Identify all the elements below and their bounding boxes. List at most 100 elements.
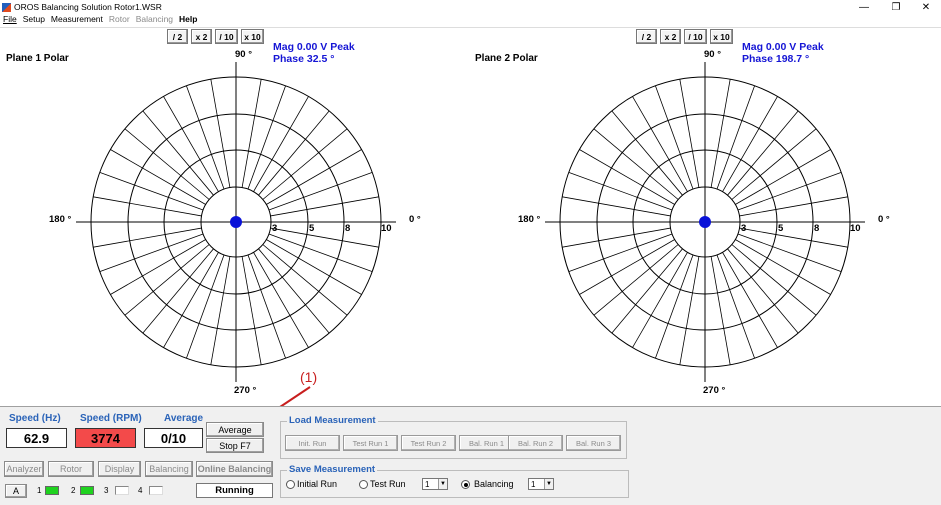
balancing-select-value: 1 xyxy=(531,479,536,489)
app-icon xyxy=(2,2,11,12)
polar-spoke xyxy=(568,233,673,272)
polar-grid xyxy=(545,62,865,382)
plane2-zoom-div10-button[interactable]: / 10 xyxy=(684,29,707,44)
stop-f7-button[interactable]: Stop F7 xyxy=(206,438,264,453)
tab-rotor[interactable]: Rotor xyxy=(48,461,94,477)
speed-rpm-label: Speed (RPM) xyxy=(80,413,142,424)
tab-online-balancing[interactable]: Online Balancing xyxy=(196,461,273,477)
balancing-select[interactable]: 1 ▼ xyxy=(528,478,554,490)
plane2-polar-plot[interactable] xyxy=(545,62,865,382)
tab-display[interactable]: Display xyxy=(98,461,141,477)
test-run-label: Test Run xyxy=(370,479,406,489)
speed-hz-label: Speed (Hz) xyxy=(9,413,61,424)
running-status: Running xyxy=(196,483,273,498)
polar-spoke xyxy=(716,85,755,190)
plane2-zoom-div2-button[interactable]: / 2 xyxy=(636,29,657,44)
close-button[interactable]: ✕ xyxy=(912,0,940,14)
init-run-button[interactable]: Init. Run xyxy=(285,435,340,451)
plane2-ring-10: 10 xyxy=(850,223,861,234)
control-panel: Speed (Hz) 62.9 Speed (RPM) 3774 Average… xyxy=(0,406,941,505)
menu-measurement[interactable]: Measurement xyxy=(51,14,103,26)
polar-spoke xyxy=(722,96,778,192)
channel-2-label: 2 xyxy=(71,486,76,495)
tab-analyzer[interactable]: Analyzer xyxy=(4,461,44,477)
polar-spoke xyxy=(737,172,842,211)
menu-setup[interactable]: Setup xyxy=(23,14,45,26)
polar-spoke xyxy=(163,252,219,348)
save-measurement-title: Save Measurement xyxy=(287,464,378,475)
polar-grid xyxy=(76,62,396,382)
plane2-ring-3: 3 xyxy=(741,223,747,234)
polar-spoke xyxy=(632,252,688,348)
menu-help[interactable]: Help xyxy=(179,14,197,26)
polar-spoke xyxy=(562,196,671,217)
restore-button[interactable]: ❐ xyxy=(882,0,910,14)
menu-balancing[interactable]: Balancing xyxy=(136,14,173,26)
minimize-button[interactable]: — xyxy=(850,0,878,14)
polar-spoke xyxy=(579,239,675,295)
polar-spoke xyxy=(716,254,755,359)
plane1-title: Plane 1 Polar xyxy=(6,53,69,64)
test-run-1-button[interactable]: Test Run 1 xyxy=(343,435,398,451)
initial-run-label: Initial Run xyxy=(297,479,338,489)
tab-balancing[interactable]: Balancing xyxy=(145,461,193,477)
polar-spoke xyxy=(110,239,206,295)
polar-spoke xyxy=(679,79,700,188)
plane2-deg-180: 180 ° xyxy=(518,214,541,225)
menu-file[interactable]: File xyxy=(3,14,17,26)
test-run-select[interactable]: 1 ▼ xyxy=(422,478,448,490)
speed-rpm-value: 3774 xyxy=(75,428,136,448)
channel-2-indicator xyxy=(80,486,94,495)
plane1-deg-0: 0 ° xyxy=(409,214,421,225)
polar-spoke xyxy=(247,85,286,190)
polar-spoke xyxy=(270,196,379,217)
polar-spoke xyxy=(163,96,219,192)
plane1-polar-plot[interactable] xyxy=(76,62,396,382)
average-label: Average xyxy=(164,413,204,424)
polar-spoke xyxy=(210,256,231,365)
bal-run-2-button[interactable]: Bal. Run 2 xyxy=(508,435,563,451)
polar-spoke xyxy=(655,85,694,190)
bal-run-3-button[interactable]: Bal. Run 3 xyxy=(566,435,621,451)
plane1-zoom-x10-button[interactable]: x 10 xyxy=(241,29,264,44)
measurement-point xyxy=(699,216,711,228)
polar-spoke xyxy=(99,172,204,211)
plane2-zoom-x10-button[interactable]: x 10 xyxy=(710,29,733,44)
channel-1-indicator xyxy=(45,486,59,495)
chevron-down-icon: ▼ xyxy=(544,479,553,489)
balancing-label: Balancing xyxy=(474,479,514,489)
average-button[interactable]: Average xyxy=(206,422,264,437)
bal-run-1-button[interactable]: Bal. Run 1 xyxy=(459,435,514,451)
test-run-select-value: 1 xyxy=(425,479,430,489)
plane1-zoom-div2-button[interactable]: / 2 xyxy=(167,29,188,44)
channel-3-label: 3 xyxy=(104,486,109,495)
balancing-radio[interactable] xyxy=(461,480,470,489)
channel-4-indicator xyxy=(149,486,163,495)
test-run-2-button[interactable]: Test Run 2 xyxy=(401,435,456,451)
polar-spoke xyxy=(735,149,831,205)
polar-spoke xyxy=(679,256,700,365)
polar-spoke xyxy=(186,254,225,359)
polar-spoke xyxy=(562,227,671,248)
speed-hz-value: 62.9 xyxy=(6,428,67,448)
polar-spoke xyxy=(270,227,379,248)
channel-3-indicator xyxy=(115,486,129,495)
plane2-ring-5: 5 xyxy=(778,223,784,234)
polar-spoke xyxy=(710,256,731,365)
plane1-ring-5: 5 xyxy=(309,223,315,234)
plane2-zoom-x2-button[interactable]: x 2 xyxy=(660,29,681,44)
plane1-zoom-x2-button[interactable]: x 2 xyxy=(191,29,212,44)
plane1-zoom-div10-button[interactable]: / 10 xyxy=(215,29,238,44)
window-title: OROS Balancing Solution Rotor1.WSR xyxy=(14,2,162,12)
load-measurement-group: Load Measurement Init. Run Test Run 1 Te… xyxy=(280,415,627,459)
initial-run-radio[interactable] xyxy=(286,480,295,489)
plane2-deg-90: 90 ° xyxy=(704,49,722,60)
menu-rotor[interactable]: Rotor xyxy=(109,14,130,26)
test-run-radio[interactable] xyxy=(359,480,368,489)
channel-a-button[interactable]: A xyxy=(5,484,27,498)
plane1-ring-10: 10 xyxy=(381,223,392,234)
polar-spoke xyxy=(710,79,731,188)
plane1-deg-90: 90 ° xyxy=(235,49,253,60)
polar-spoke xyxy=(210,79,231,188)
polar-spoke xyxy=(737,233,842,272)
